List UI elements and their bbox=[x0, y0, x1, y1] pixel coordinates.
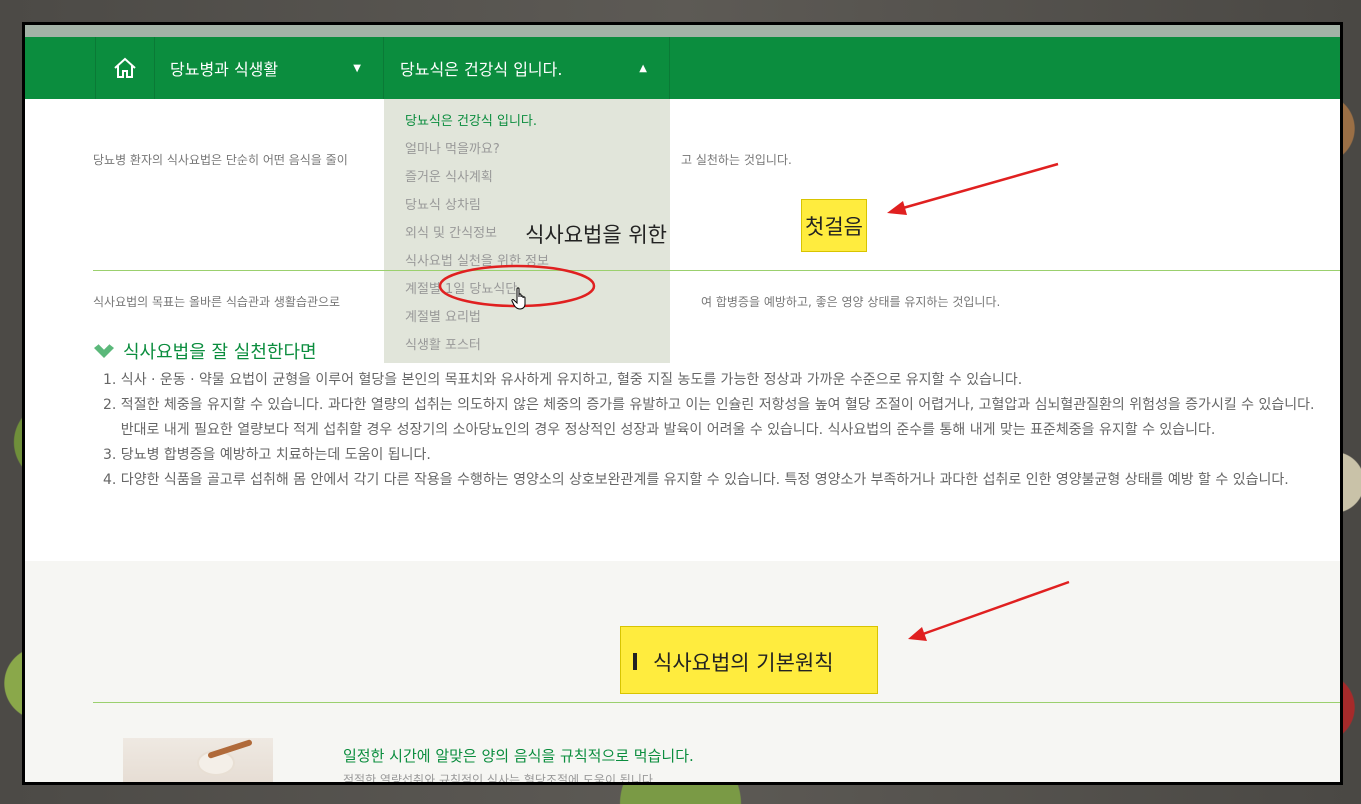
red-arrowhead bbox=[887, 201, 907, 215]
red-arrowhead bbox=[908, 627, 927, 641]
red-arrow-annotation bbox=[922, 580, 1070, 636]
browser-content-frame: 당뇨병과 식생활 ▼ 당뇨식은 건강식 입니다. ▲ 당뇨식은 건강식 입니다.… bbox=[22, 22, 1343, 785]
red-arrow-annotation bbox=[902, 162, 1059, 210]
hand-cursor-icon bbox=[511, 287, 526, 310]
annotation-overlay bbox=[438, 162, 1070, 641]
